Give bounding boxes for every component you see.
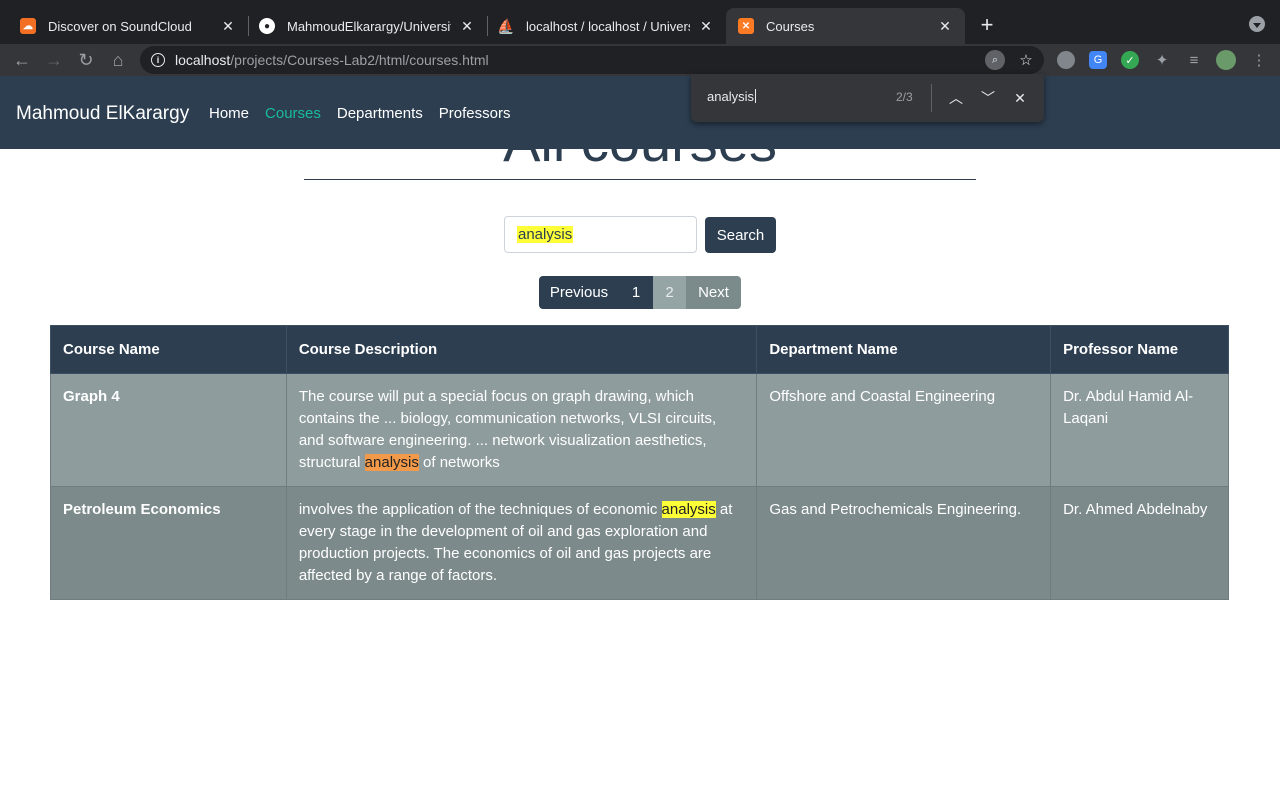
nav-departments[interactable]: Departments — [337, 105, 423, 122]
close-icon[interactable]: ✕ — [459, 18, 475, 34]
previous-page-button[interactable]: Previous — [539, 276, 619, 309]
site-navbar: Mahmoud ElKarargy Home Courses Departmen… — [0, 76, 1280, 149]
course-description-cell: involves the application of the techniqu… — [285, 486, 758, 600]
tab-title: Courses — [766, 18, 815, 34]
forward-icon[interactable]: → — [42, 48, 66, 72]
table-row: Petroleum Economics involves the applica… — [50, 486, 1229, 600]
home-icon[interactable]: ⌂ — [106, 48, 130, 72]
nav-links: Home Courses Departments Professors — [209, 105, 526, 122]
find-bar: analysis 2/3 ︿ ﹀ ✕ — [691, 74, 1044, 122]
tab-title: Discover on SoundCloud — [48, 18, 192, 34]
new-tab-icon[interactable]: + — [975, 12, 999, 37]
find-page-icon[interactable]: ⌕ — [985, 50, 1005, 70]
tab-search-icon[interactable] — [1249, 16, 1265, 32]
extension-icon[interactable]: ✓ — [1121, 51, 1139, 69]
tab-title: MahmoudElkarargy/University- — [287, 18, 451, 34]
find-input[interactable]: analysis — [707, 89, 756, 104]
course-name-cell: Graph 4 — [50, 373, 287, 487]
tab-github[interactable]: ● MahmoudElkarargy/University- ✕ — [247, 8, 487, 44]
professor-name-cell: Dr. Ahmed Abdelnaby — [1050, 486, 1229, 600]
chevron-down-icon[interactable]: ﹀ — [978, 88, 998, 108]
course-description-cell: The course will put a special focus on g… — [285, 373, 758, 487]
department-name-cell: Gas and Petrochemicals Engineering. — [756, 486, 1052, 600]
search-input-value: analysis — [517, 226, 574, 243]
page-2-button[interactable]: 2 — [653, 276, 686, 309]
avatar[interactable] — [1216, 50, 1236, 70]
header-department-name: Department Name — [756, 325, 1052, 374]
tab-soundcloud[interactable]: ☁ Discover on SoundCloud ✕ — [8, 8, 248, 44]
tab-courses[interactable]: ✕ Courses ✕ — [726, 8, 965, 44]
brand[interactable]: Mahmoud ElKarargy — [16, 103, 189, 125]
page-title: All courses — [0, 149, 1280, 174]
close-icon[interactable]: ✕ — [1010, 88, 1030, 108]
nav-home[interactable]: Home — [209, 105, 249, 122]
xampp-icon: ✕ — [738, 18, 754, 34]
pagination: Previous 1 2 Next — [539, 276, 741, 309]
star-icon[interactable]: ☆ — [1016, 50, 1036, 70]
url-text: localhost/projects/Courses-Lab2/html/cou… — [175, 52, 489, 68]
close-icon[interactable]: ✕ — [220, 18, 236, 34]
department-name-cell: Offshore and Coastal Engineering — [756, 373, 1052, 487]
soundcloud-icon: ☁ — [20, 18, 36, 34]
nav-courses[interactable]: Courses — [265, 105, 321, 122]
find-divider — [931, 84, 932, 112]
search-button[interactable]: Search — [705, 217, 776, 253]
professor-name-cell: Dr. Abdul Hamid Al-Laqani — [1050, 373, 1229, 487]
tab-title: localhost / localhost / Universit — [526, 18, 690, 34]
next-page-button[interactable]: Next — [686, 276, 741, 309]
info-icon[interactable]: i — [151, 53, 165, 67]
chevron-up-icon[interactable]: ︿ — [946, 88, 966, 108]
reading-list-icon[interactable]: ≡ — [1185, 51, 1203, 69]
page-1-button[interactable]: 1 — [619, 276, 653, 309]
header-course-description: Course Description — [285, 325, 758, 374]
tab-phpmyadmin[interactable]: ⛵ localhost / localhost / Universit ✕ — [486, 8, 726, 44]
find-match-count: 2/3 — [896, 90, 913, 104]
reload-icon[interactable]: ↻ — [74, 48, 98, 72]
courses-table: Course Name Course Description Departmen… — [50, 325, 1229, 600]
table-header-row: Course Name Course Description Departmen… — [50, 325, 1229, 374]
extension-icon[interactable] — [1057, 51, 1075, 69]
address-bar[interactable]: i localhost/projects/Courses-Lab2/html/c… — [140, 46, 1044, 74]
translate-icon[interactable]: G — [1089, 51, 1107, 69]
close-icon[interactable]: ✕ — [698, 18, 714, 34]
back-icon[interactable]: ← — [10, 48, 34, 72]
menu-icon[interactable]: ⋮ — [1250, 51, 1268, 69]
puzzle-icon[interactable]: ✦ — [1153, 51, 1171, 69]
heading-divider — [304, 179, 976, 180]
browser-toolbar: ← → ↻ ⌂ i localhost/projects/Courses-Lab… — [0, 44, 1280, 76]
search-match: analysis — [661, 501, 716, 518]
phpmyadmin-icon: ⛵ — [497, 17, 515, 34]
search-input[interactable]: analysis — [504, 216, 697, 253]
browser-tabstrip: ☁ Discover on SoundCloud ✕ ● MahmoudElka… — [0, 0, 1280, 44]
table-row: Graph 4 The course will put a special fo… — [50, 373, 1229, 487]
page-heading-clip: All courses — [0, 149, 1280, 179]
search-match-active: analysis — [364, 454, 419, 471]
course-name-cell: Petroleum Economics — [50, 486, 287, 600]
close-icon[interactable]: ✕ — [937, 18, 953, 34]
nav-professors[interactable]: Professors — [439, 105, 511, 122]
header-professor-name: Professor Name — [1050, 325, 1229, 374]
header-course-name: Course Name — [50, 325, 287, 374]
github-icon: ● — [259, 18, 275, 34]
